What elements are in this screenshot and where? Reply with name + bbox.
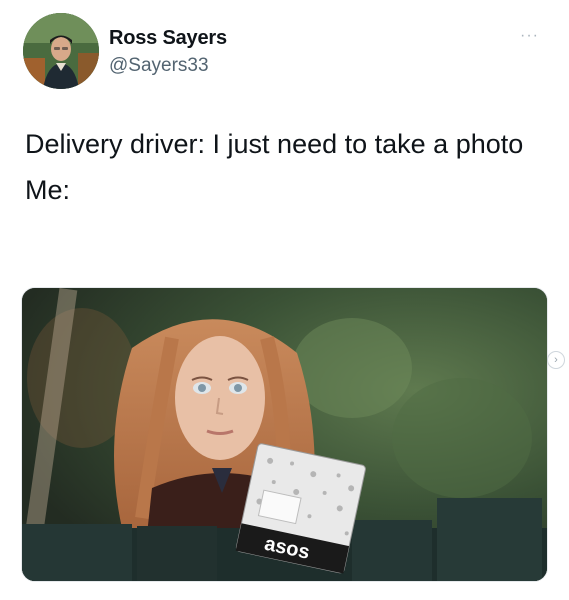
tweet-text: Delivery driver: I just need to take a p… (25, 126, 545, 209)
author-handle[interactable]: @Sayers33 (109, 55, 209, 77)
tweet-text-line: Delivery driver: I just need to take a p… (25, 129, 524, 159)
avatar[interactable] (23, 13, 99, 89)
author-name[interactable]: Ross Sayers (109, 27, 227, 50)
tweet-image[interactable]: asos (21, 287, 548, 582)
chevron-right-icon[interactable]: › (547, 351, 565, 369)
tweet-text-line: Me: (25, 175, 71, 205)
more-options-icon[interactable]: ··· (520, 28, 546, 44)
tweet-card: Ross Sayers @Sayers33 ··· Delivery drive… (0, 0, 569, 600)
